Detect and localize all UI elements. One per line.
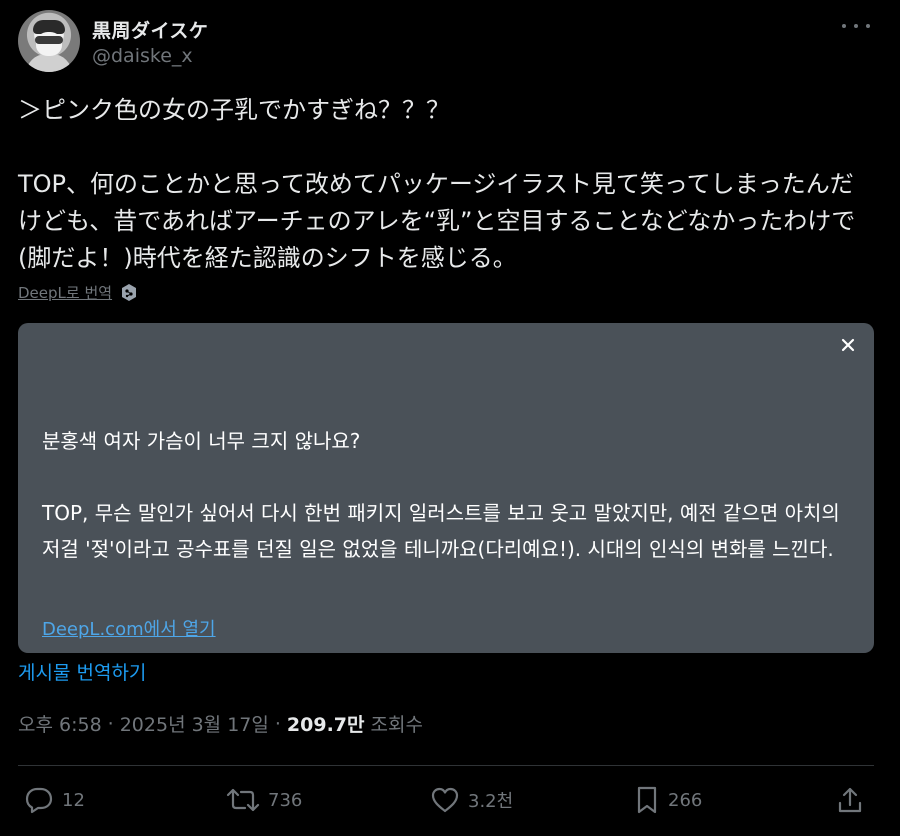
action-bar: 12 736 3.2천 266	[18, 780, 874, 820]
translation-card: 분홍색 여자 가슴이 너무 크지 않나요? TOP, 무슨 말인가 싶어서 다시…	[18, 323, 874, 653]
translate-post-button[interactable]: 게시물 번역하기	[18, 658, 146, 685]
bookmark-count: 266	[668, 789, 703, 811]
deepl-icon	[122, 283, 137, 301]
retweet-icon	[226, 788, 260, 812]
deepl-translate-row: DeepL로 번역	[18, 282, 138, 303]
author-display-name[interactable]: 黒周ダイスケ	[92, 16, 208, 43]
translation-text: 분홍색 여자 가슴이 너무 크지 않나요? TOP, 무슨 말인가 싶어서 다시…	[42, 429, 840, 561]
tweet-text: ＞ピンク色の女の子乳でかすぎね？？？ TOP、何のことかと思って改めてパッケージ…	[18, 96, 856, 272]
post-time[interactable]: 오후 6:58	[18, 710, 102, 737]
open-deepl-link[interactable]: DeepL.com에서 열기	[42, 615, 216, 641]
bookmark-icon	[637, 786, 657, 814]
views-count: 209.7만	[286, 714, 365, 736]
share-icon	[838, 787, 862, 813]
more-dots-icon[interactable]	[842, 16, 870, 36]
reply-icon	[25, 787, 53, 814]
views-label: 조회수	[370, 714, 423, 736]
avatar[interactable]	[18, 10, 80, 72]
post-date[interactable]: 2025년 3월 17일	[120, 710, 269, 737]
close-icon[interactable]	[836, 333, 860, 357]
reply-button[interactable]: 12	[24, 780, 85, 820]
divider	[18, 765, 874, 766]
tweet-meta: 오후 6:58 · 2025년 3월 17일 · 209.7만 조회수	[18, 710, 423, 737]
tweet-header: 黒周ダイスケ @daiske_x	[18, 10, 882, 74]
deepl-translate-link[interactable]: DeepL로 번역	[18, 282, 112, 303]
like-count: 3.2천	[468, 791, 514, 812]
share-button[interactable]	[836, 780, 864, 820]
retweet-count: 736	[268, 789, 303, 811]
heart-icon	[431, 787, 459, 813]
reply-count: 12	[62, 789, 85, 811]
author-handle[interactable]: @daiske_x	[92, 45, 193, 67]
meta-separator: ·	[107, 712, 114, 735]
bookmark-button[interactable]: 266	[634, 780, 702, 820]
like-button[interactable]: 3.2천	[430, 780, 513, 820]
meta-separator: ·	[274, 712, 281, 735]
retweet-button[interactable]: 736	[226, 780, 302, 820]
